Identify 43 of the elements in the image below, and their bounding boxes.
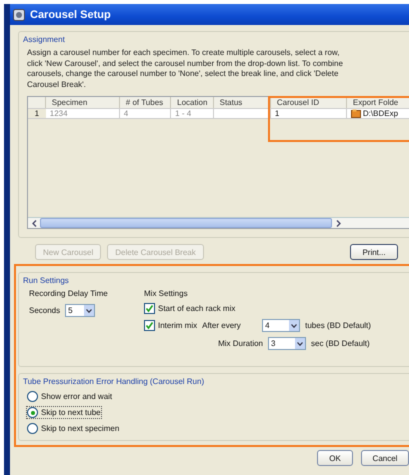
ok-button[interactable]: OK	[317, 450, 353, 466]
print-button[interactable]: Print...	[350, 244, 398, 260]
column-header[interactable]: # of Tubes	[120, 97, 172, 108]
chevron-down-icon	[86, 308, 92, 312]
row-number: 1	[28, 109, 46, 118]
group-legend: Run Settings	[19, 273, 409, 285]
column-header[interactable]: Carousel ID	[270, 97, 347, 108]
error-option-radio[interactable]: Show error and wait	[27, 391, 112, 402]
table-cell: 1 - 4	[171, 109, 214, 118]
instructions-text: Assign a carousel number for each specimen. To create multiple carousels, select a row, click 'New Carousel', and select the carousel number from the drop-down list. To combine carousels, change the carousel number to 'None', select the break line, and click 'Delete Carousel Break'.	[27, 48, 344, 90]
cancel-button[interactable]: Cancel	[361, 450, 409, 466]
after-every-label: After every	[202, 321, 242, 330]
column-header[interactable]: Location	[171, 97, 214, 108]
app-icon	[13, 8, 25, 20]
group-legend: Assignment	[19, 32, 409, 44]
table-cell: 1234	[46, 109, 120, 118]
corner-header	[28, 97, 46, 108]
duration-unit-label: sec (BD Default)	[311, 339, 370, 348]
section-label: Recording Delay Time	[29, 289, 109, 298]
start-mix-checkbox[interactable]: Start of each rack mix	[144, 303, 371, 314]
horizontal-scrollbar[interactable]	[28, 217, 409, 228]
column-header[interactable]: Specimen	[46, 97, 120, 108]
group-legend: Tube Pressurization Error Handling (Carousel Run)	[19, 374, 409, 386]
section-label: Mix Settings	[144, 289, 189, 298]
seconds-dropdown[interactable]: 5	[65, 304, 96, 317]
tubes-dropdown[interactable]: 4	[262, 319, 300, 332]
error-option-radio[interactable]: Skip to next tube	[27, 407, 101, 418]
table-cell: D:\BDExp	[346, 109, 409, 118]
seconds-label: Seconds	[29, 306, 60, 315]
duration-dropdown[interactable]: 3	[268, 337, 306, 350]
folder-icon	[350, 109, 361, 118]
scroll-left-icon[interactable]	[32, 220, 36, 226]
duration-label: Mix Duration	[217, 339, 263, 348]
tubes-unit-label: tubes (BD Default)	[305, 321, 371, 330]
chevron-down-icon	[291, 324, 298, 328]
interim-mix-checkbox[interactable]: Interim mix	[144, 320, 198, 331]
scroll-right-icon[interactable]	[336, 220, 340, 226]
table-cell: 1	[270, 109, 347, 118]
table-cell: 4	[120, 109, 172, 118]
error-option-radio[interactable]: Skip to next specimen	[27, 423, 120, 434]
window-title: Carousel Setup	[30, 8, 111, 20]
column-header[interactable]: Status	[214, 97, 271, 108]
chevron-down-icon	[297, 342, 303, 346]
